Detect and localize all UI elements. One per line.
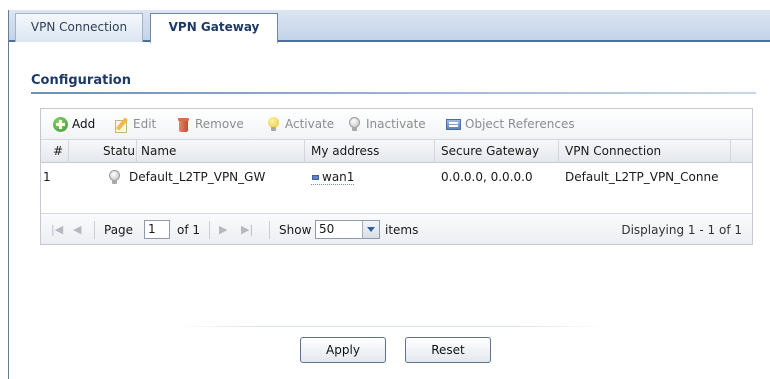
remove-label: Remove xyxy=(195,117,244,131)
column-header-number[interactable]: # xyxy=(41,140,69,163)
row-number: 1 xyxy=(43,170,51,184)
previous-page-icon[interactable]: ◀ xyxy=(73,222,81,238)
object-references-icon xyxy=(446,117,461,132)
page-label: Page xyxy=(104,223,134,237)
lightbulb-off-icon xyxy=(347,116,362,132)
section-divider xyxy=(31,92,756,94)
page-number-input[interactable]: 1 xyxy=(144,220,170,239)
row-name: Default_L2TP_VPN_GW xyxy=(129,170,266,184)
add-label: Add xyxy=(72,117,96,131)
trash-icon xyxy=(176,117,191,132)
items-per-page-value: 50 xyxy=(319,222,335,236)
items-label: items xyxy=(385,223,419,237)
first-page-icon[interactable]: |◀ xyxy=(51,222,63,238)
add-icon xyxy=(53,116,68,132)
pager-divider xyxy=(209,221,210,239)
tab-vpn-gateway[interactable]: VPN Gateway xyxy=(150,13,278,44)
items-per-page-select[interactable]: 50 xyxy=(315,220,380,239)
column-header-status[interactable]: Statu: xyxy=(99,140,137,163)
edit-button[interactable]: Edit xyxy=(114,116,157,133)
object-references-label: Object References xyxy=(465,117,575,131)
column-header-vpn-connection[interactable]: VPN Connection xyxy=(559,140,731,163)
table-toolbar: Add Edit Remove Activate Inactivate Obje… xyxy=(41,109,752,139)
pager-divider xyxy=(269,221,270,239)
activate-button[interactable]: Activate xyxy=(266,116,334,132)
column-header-secure-gateway[interactable]: Secure Gateway xyxy=(435,140,559,163)
display-count: Displaying 1 - 1 of 1 xyxy=(621,223,742,237)
edit-icon xyxy=(114,117,129,133)
row-status xyxy=(107,163,127,191)
column-header-name[interactable]: Name xyxy=(137,140,305,163)
last-page-icon[interactable]: ▶| xyxy=(241,222,253,238)
table-row[interactable]: 1 Default_L2TP_VPN_GW wan1 0.0.0.0, 0.0.… xyxy=(41,163,752,191)
show-label: Show xyxy=(279,223,312,237)
object-references-button[interactable]: Object References xyxy=(446,116,575,132)
lightbulb-on-icon xyxy=(266,116,281,132)
top-strip xyxy=(0,0,770,10)
table-header: # Statu: Name My address Secure Gateway … xyxy=(41,139,752,163)
next-page-icon[interactable]: ▶ xyxy=(219,222,227,238)
button-divider xyxy=(175,326,605,327)
remove-button[interactable]: Remove xyxy=(176,116,244,132)
page-of-label: of 1 xyxy=(177,223,201,237)
row-vpn-connection: Default_L2TP_VPN_Conne xyxy=(565,170,719,184)
inactivate-button[interactable]: Inactivate xyxy=(347,116,426,132)
column-header-extra[interactable] xyxy=(731,140,752,163)
pager-divider xyxy=(94,221,95,239)
lightbulb-off-icon xyxy=(107,170,122,185)
main-frame: VPN Connection VPN Gateway Configuration… xyxy=(8,10,770,379)
column-header-my-address[interactable]: My address xyxy=(305,140,435,163)
inactivate-label: Inactivate xyxy=(366,117,426,131)
tab-bar: VPN Connection VPN Gateway xyxy=(9,10,770,44)
add-button[interactable]: Add xyxy=(53,116,95,132)
vpn-gateway-table: Add Edit Remove Activate Inactivate Obje… xyxy=(40,108,753,245)
my-address-link[interactable]: wan1 xyxy=(311,170,355,185)
row-my-address[interactable]: wan1 xyxy=(311,163,435,191)
activate-label: Activate xyxy=(285,117,335,131)
chevron-down-icon[interactable] xyxy=(362,221,379,238)
apply-button[interactable]: Apply xyxy=(300,337,386,363)
edit-label: Edit xyxy=(133,117,157,131)
section-title: Configuration xyxy=(31,73,131,88)
reset-button[interactable]: Reset xyxy=(405,337,491,363)
row-secure-gateway: 0.0.0.0, 0.0.0.0 xyxy=(441,170,533,184)
pagination-bar: |◀ ◀ Page 1 of 1 ▶ ▶| Show 50 items Disp… xyxy=(41,213,752,244)
tab-vpn-connection[interactable]: VPN Connection xyxy=(15,13,143,42)
